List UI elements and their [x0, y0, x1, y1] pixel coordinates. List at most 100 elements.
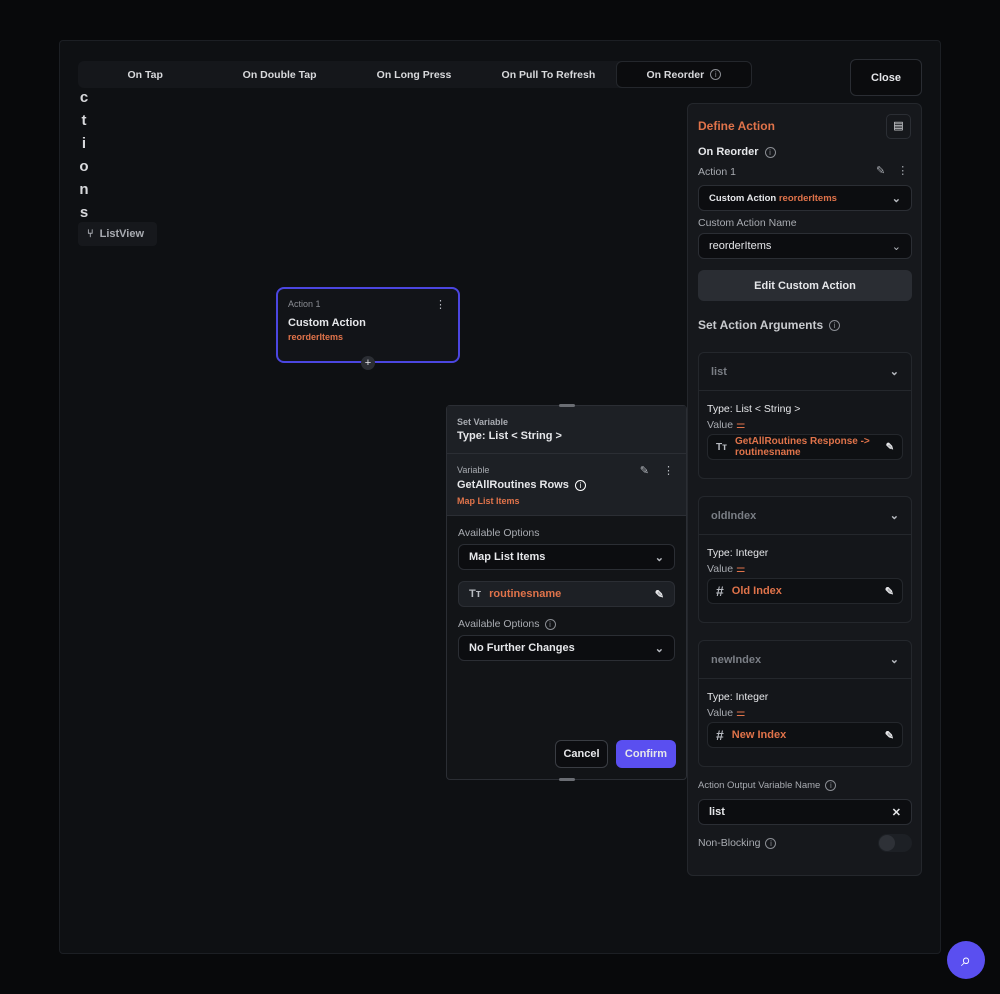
argument-name: oldIndex [711, 509, 757, 522]
tab-on-long-press[interactable]: On Long Press [347, 61, 481, 88]
edit-icon[interactable]: ✎ [876, 164, 885, 177]
letter: s [79, 204, 89, 221]
action-node[interactable]: Action 1 ⋮ Custom Action reorderItems + [276, 287, 460, 370]
drag-handle[interactable] [559, 404, 575, 407]
node-sub: reorderItems [288, 332, 344, 342]
chevron-down-icon: ⌄ [654, 642, 664, 655]
edit-custom-action-button[interactable]: Edit Custom Action [698, 270, 912, 301]
chip-label: ListView [99, 228, 145, 240]
var-sub: Map List Items [457, 496, 520, 506]
args-title: Set Action Arguments [698, 318, 824, 332]
info-icon: i [544, 618, 556, 630]
panel-title: Define Action [698, 119, 775, 133]
trigger-tabs: On Tap On Double Tap On Long Press On Pu… [78, 61, 753, 88]
output-variable-input[interactable]: list ✕ [698, 799, 912, 825]
info-icon: i [825, 780, 837, 791]
action-name: reorderItems [778, 192, 837, 204]
argument-header[interactable]: newIndex ⌄ [699, 641, 911, 679]
tab-on-double-tap[interactable]: On Double Tap [212, 61, 346, 88]
value-field[interactable]: Tт GetAllRoutines Response -> routinesnam… [707, 434, 903, 460]
argument-name: newIndex [711, 653, 762, 666]
value-label: Value [707, 563, 734, 575]
clear-icon[interactable]: ✕ [892, 806, 901, 819]
node-title: Action 1 [288, 299, 321, 309]
options-dropdown[interactable]: No Further Changes ⌄ [458, 635, 675, 661]
sv-title: Set Variable [457, 417, 509, 427]
vertical-label: ctions [78, 86, 90, 224]
drag-handle[interactable] [559, 778, 575, 781]
edit-icon[interactable]: ✎ [655, 588, 664, 601]
value-text: GetAllRoutines Response -> routinesname [735, 436, 870, 458]
search-icon: ⌕ [960, 949, 972, 970]
edit-icon[interactable]: ✎ [640, 464, 649, 477]
chevron-down-icon: ⌄ [891, 192, 901, 205]
edit-icon[interactable]: ✎ [886, 442, 894, 453]
output-value: list [709, 806, 725, 818]
dropdown-value: reorderItems [709, 240, 772, 252]
trigger-label: On Reorder [698, 146, 759, 158]
info-icon: i [765, 837, 777, 849]
value-text: Old Index [731, 585, 782, 597]
value-text: New Index [731, 729, 787, 741]
argument-newindex: newIndex ⌄ Type: Integer Value ⚌ # New Ind… [698, 640, 912, 767]
add-note-icon[interactable]: ▤ [886, 114, 911, 139]
chevron-down-icon: ⌄ [654, 551, 664, 564]
listview-chip[interactable]: ⑂ ListView [78, 222, 157, 246]
confirm-button[interactable]: Confirm [616, 740, 676, 768]
add-icon[interactable]: + [361, 356, 375, 370]
text-type-icon: Tт [716, 441, 728, 453]
search-button[interactable]: ⌕ [947, 941, 985, 979]
more-icon[interactable]: ⋮ [435, 298, 446, 311]
tree-icon: ⑂ [87, 228, 94, 240]
custom-action-name-dropdown[interactable]: reorderItems ⌄ [698, 233, 912, 259]
argument-header[interactable]: oldIndex ⌄ [699, 497, 911, 535]
close-button[interactable]: Close [850, 59, 922, 96]
hash-icon: # [716, 727, 724, 743]
output-label: Action Output Variable Name [698, 780, 821, 791]
info-icon: i [764, 146, 776, 158]
value-field[interactable]: # Old Index ✎ [707, 578, 903, 604]
chevron-down-icon: ⌄ [891, 240, 901, 253]
letter: t [81, 112, 87, 129]
value-label: Value [707, 707, 734, 719]
letter: n [79, 181, 89, 198]
edit-icon[interactable]: ✎ [885, 729, 894, 742]
more-icon[interactable]: ⋮ [663, 464, 674, 477]
argument-type: Type: Integer [707, 691, 769, 703]
custom-action-name-label: Custom Action Name [698, 217, 797, 229]
text-type-icon: Tт [469, 588, 482, 600]
options-dropdown[interactable]: Map List Items ⌄ [458, 544, 675, 570]
non-blocking-toggle[interactable] [878, 834, 912, 852]
cancel-button[interactable]: Cancel [555, 740, 608, 768]
action-type-dropdown[interactable]: Custom Action reorderItems ⌄ [698, 185, 912, 211]
tab-label: On Reorder [646, 68, 705, 81]
argument-header[interactable]: list ⌄ [699, 353, 911, 391]
value-label: Value [707, 419, 734, 431]
settings-icon[interactable]: ⚌ [736, 563, 745, 575]
settings-icon[interactable]: ⚌ [736, 419, 745, 431]
chevron-down-icon: ⌄ [889, 366, 899, 378]
tab-on-reorder[interactable]: On Reorder i [615, 61, 753, 88]
more-icon[interactable]: ⋮ [897, 164, 908, 177]
chevron-down-icon: ⌄ [889, 654, 899, 666]
letter: o [79, 158, 89, 175]
field-input[interactable]: Tт routinesname ✎ [458, 581, 675, 607]
chevron-down-icon: ⌄ [889, 510, 899, 522]
sv-type: Type: List < String > [457, 430, 562, 442]
letter: i [81, 135, 87, 152]
argument-list: list ⌄ Type: List < String > Value ⚌ Tт Ge… [698, 352, 912, 479]
define-action-panel: Define Action ▤ On Reorder i Action 1 ✎ ⋮ … [687, 103, 922, 876]
action-type: Custom Action [709, 192, 777, 204]
hash-icon: # [716, 583, 724, 599]
edit-icon[interactable]: ✎ [885, 585, 894, 598]
action-label: Action 1 [698, 166, 736, 178]
tab-on-pull-to-refresh[interactable]: On Pull To Refresh [481, 61, 615, 88]
settings-icon[interactable]: ⚌ [736, 707, 745, 719]
dropdown-value: Map List Items [469, 551, 546, 563]
info-icon: i [710, 69, 722, 80]
argument-type: Type: List < String > [707, 403, 801, 415]
value-field[interactable]: # New Index ✎ [707, 722, 903, 748]
argument-type: Type: Integer [707, 547, 769, 559]
set-variable-popup: Set Variable Type: List < String > Variab… [446, 404, 687, 781]
tab-on-tap[interactable]: On Tap [78, 61, 212, 88]
